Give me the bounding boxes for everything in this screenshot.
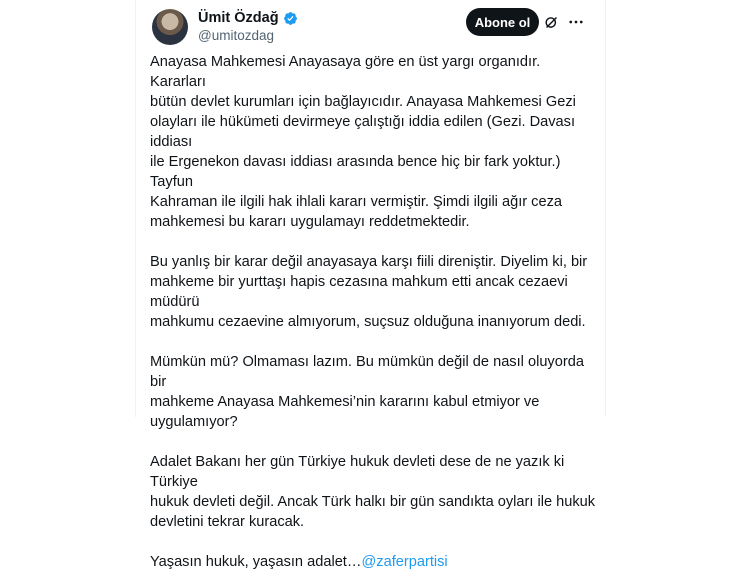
grok-icon [544,16,557,28]
follow-button[interactable]: Abone ol [466,8,539,36]
tweet-paragraph: Anayasa Mahkemesi Anayasaya göre en üst … [150,54,576,230]
mention-link[interactable]: @zaferpartisi [361,554,447,570]
tweet-paragraph: Bu yanlış bir karar değil anayasaya karş… [150,254,588,330]
author-name[interactable]: Ümit Özdağ [198,10,279,27]
tweet-closing-line: Yaşasın hukuk, yaşasın adalet…@zaferpart… [150,552,598,572]
tweet-paragraph: Adalet Bakanı her gün Türkiye hukuk devl… [150,454,596,530]
author-handle[interactable]: @umitozdag [198,28,274,44]
tweet-text: Anayasa Mahkemesi Anayasaya göre en üst … [150,52,598,572]
tweet-card: Ümit Özdağ @umitozdag Abone ol Anayasa M… [135,0,606,570]
closing-text: Yaşasın hukuk, yaşasın adalet… [150,554,362,570]
more-icon [569,20,583,24]
grok-button[interactable] [541,12,561,32]
tweet-paragraph: Mümkün mü? Olmaması lazım. Bu mümkün değ… [150,354,584,430]
more-button[interactable] [566,12,586,32]
avatar[interactable] [152,9,188,45]
verified-badge-icon [283,12,297,25]
author-name-row[interactable]: Ümit Özdağ [198,10,298,27]
